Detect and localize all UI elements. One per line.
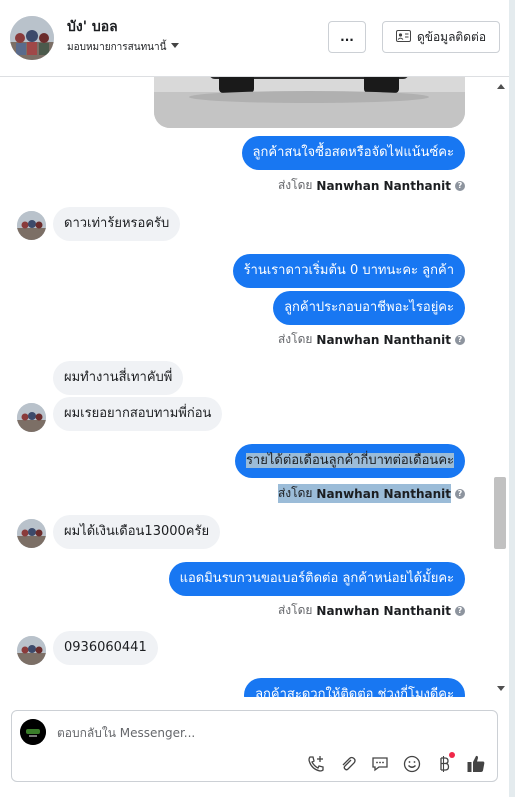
sent-by-label: ส่งโดย Nanwhan Nanthanit ? bbox=[277, 484, 465, 503]
message-incoming[interactable]: ผมเรยอยากสอบทามพี่ก่อน bbox=[53, 397, 223, 431]
assign-label: มอบหมายการสนทนานี้ bbox=[67, 42, 167, 53]
sent-by-prefix: ส่งโดย bbox=[277, 332, 313, 346]
reply-composer: ตอบกลับใน Messenger... bbox=[11, 710, 498, 782]
sent-by-prefix: ส่งโดย bbox=[277, 178, 313, 192]
message-list[interactable]: ลูกค้าสนใจซื้อสดหรือจัดไฟแน้นซ์คะ ส่งโดย… bbox=[0, 77, 493, 697]
assign-conversation-dropdown[interactable]: มอบหมายการสนทนานี้ bbox=[67, 40, 180, 55]
contact-avatar[interactable] bbox=[10, 16, 54, 60]
conversation-header: บัง' บอล มอบหมายการสนทนานี้ ... ดูข้อมูล… bbox=[0, 0, 509, 77]
notification-dot bbox=[449, 752, 455, 758]
agent-name: Nanwhan Nanthanit bbox=[316, 332, 451, 347]
sent-by-prefix: ส่งโดย bbox=[277, 486, 313, 500]
caret-down-icon bbox=[170, 42, 180, 53]
info-icon[interactable]: ? bbox=[455, 180, 465, 191]
message-incoming[interactable]: 0936060441 bbox=[53, 631, 158, 665]
message-incoming[interactable]: ผมทำงานสี่เทาคับพี่ bbox=[53, 361, 184, 395]
view-contact-button[interactable]: ดูข้อมูลติดต่อ bbox=[382, 21, 500, 53]
agent-name: Nanwhan Nanthanit bbox=[316, 486, 451, 501]
sent-by-prefix: ส่งโดย bbox=[277, 603, 313, 617]
payment-icon[interactable] bbox=[433, 752, 455, 775]
paperclip-icon[interactable] bbox=[337, 753, 359, 775]
emoji-icon[interactable] bbox=[401, 753, 423, 775]
message-outgoing[interactable]: แอดมินรบกวนขอเบอร์ติดต่อ ลูกค้าหน่อยได้ม… bbox=[168, 562, 465, 596]
scrollbar[interactable] bbox=[493, 77, 509, 697]
scroll-up-arrow-icon[interactable] bbox=[497, 84, 505, 89]
message-outgoing[interactable]: ลูกค้าสะดวกให้ติดต่อ ช่วงกี่โมงดีคะ bbox=[244, 678, 465, 697]
message-outgoing[interactable]: ลูกค้าสนใจซื้อสดหรือจัดไฟแน้นซ์คะ bbox=[241, 136, 465, 170]
info-icon[interactable]: ? bbox=[455, 488, 465, 499]
contact-card-icon bbox=[395, 29, 411, 45]
message-outgoing[interactable]: ร้านเราดาวเริ่มต้น 0 บาทนะคะ ลูกค้า bbox=[232, 254, 465, 288]
contact-avatar-small bbox=[17, 636, 46, 665]
message-outgoing[interactable]: ลูกค้าประกอบอาชีพอะไรอยู่คะ bbox=[273, 291, 465, 325]
saved-replies-icon[interactable] bbox=[369, 753, 391, 775]
contact-avatar-small bbox=[17, 211, 46, 240]
scrollbar-thumb[interactable] bbox=[494, 477, 506, 549]
messenger-panel: บัง' บอล มอบหมายการสนทนานี้ ... ดูข้อมูล… bbox=[0, 0, 509, 797]
contact-avatar-small bbox=[17, 519, 46, 548]
selected-text: รายได้ต่อเดือนลูกค้ากี่บาทต่อเดือนคะ bbox=[245, 453, 454, 468]
reply-input[interactable]: ตอบกลับใน Messenger... bbox=[57, 724, 195, 743]
message-incoming[interactable]: ผมได้เงินเดือน13000ครัย bbox=[53, 515, 221, 549]
message-outgoing[interactable]: รายได้ต่อเดือนลูกค้ากี่บาทต่อเดือนคะ bbox=[234, 444, 465, 478]
call-plus-icon[interactable] bbox=[305, 753, 327, 775]
agent-name: Nanwhan Nanthanit bbox=[316, 603, 451, 618]
info-icon[interactable]: ? bbox=[455, 334, 465, 345]
more-options-button[interactable]: ... bbox=[328, 21, 366, 53]
thumbs-up-icon[interactable] bbox=[465, 753, 487, 775]
info-icon[interactable]: ? bbox=[455, 605, 465, 616]
more-dots-icon: ... bbox=[340, 30, 354, 44]
selected-sent-by: ส่งโดย Nanwhan Nanthanit bbox=[277, 484, 451, 503]
sent-by-label: ส่งโดย Nanwhan Nanthanit ? bbox=[278, 601, 465, 620]
sent-by-label: ส่งโดย Nanwhan Nanthanit ? bbox=[278, 330, 465, 349]
page-avatar bbox=[20, 719, 46, 745]
agent-name: Nanwhan Nanthanit bbox=[316, 178, 451, 193]
composer-toolbar bbox=[305, 752, 487, 775]
view-contact-label: ดูข้อมูลติดต่อ bbox=[416, 29, 487, 44]
message-incoming[interactable]: ดาวเท่าร้ยหรอครับ bbox=[53, 207, 181, 241]
contact-name: บัง' บอล bbox=[67, 19, 118, 35]
sent-by-label: ส่งโดย Nanwhan Nanthanit ? bbox=[278, 176, 465, 195]
contact-avatar-small bbox=[17, 403, 46, 432]
scroll-down-arrow-icon[interactable] bbox=[497, 686, 505, 691]
car-photo-attachment[interactable] bbox=[154, 77, 465, 128]
